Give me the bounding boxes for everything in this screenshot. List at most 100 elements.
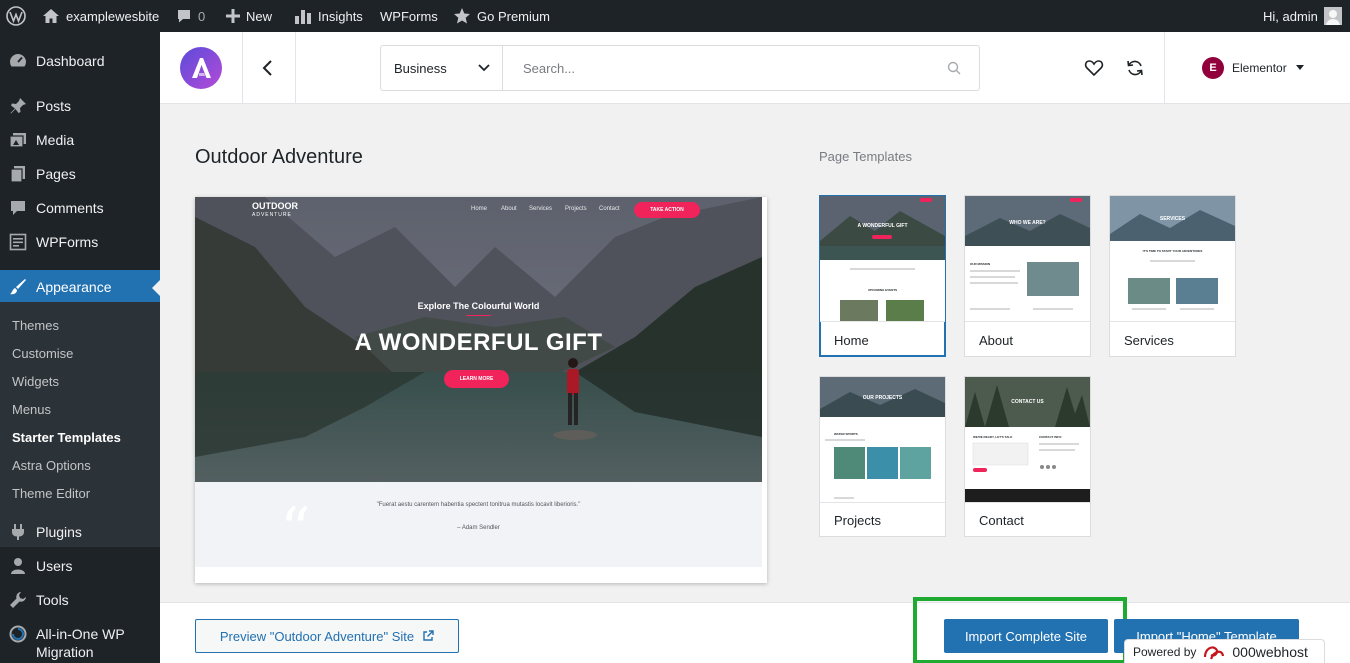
submenu-item-astra-options[interactable]: Astra Options — [12, 458, 91, 473]
preview-subheading: Explore The Colourful World — [417, 301, 540, 311]
site-preview[interactable]: OUTDOOR ADVENTURE Home About Services Pr… — [195, 197, 767, 583]
template-card-projects[interactable]: OUR PROJECTS WATER SPORTS Projects — [819, 376, 946, 537]
template-name: About — [979, 333, 1013, 348]
sidebar-item-users[interactable]: Users — [0, 549, 160, 583]
sidebar-label: Comments — [36, 200, 104, 216]
avatar — [1323, 7, 1342, 25]
template-card-home[interactable]: A WONDERFUL GIFT UPCOMING EVENTS Home — [819, 195, 946, 357]
new-label: New — [246, 8, 273, 24]
preview-hero-cta: LEARN MORE — [444, 370, 509, 388]
elementor-icon: E — [1202, 57, 1224, 79]
sidebar-label: Appearance — [36, 279, 112, 295]
sidebar-item-pages[interactable]: Pages — [0, 157, 160, 191]
new-content-link[interactable]: New — [226, 0, 272, 32]
thumb-subheading-secondary: CONTACT INFO — [1039, 435, 1062, 439]
submenu-item-menus[interactable]: Menus — [12, 402, 51, 417]
preview-logo-line2: ADVENTURE — [252, 212, 292, 218]
astra-logo-icon[interactable] — [180, 47, 222, 89]
preview-testimonial: “ "Fuerat aestu carentem habentia specte… — [195, 482, 762, 567]
sidebar-item-plugins[interactable]: Plugins — [0, 515, 160, 549]
caret-down-icon — [1295, 65, 1304, 70]
sidebar-item-tools[interactable]: Tools — [0, 583, 160, 617]
submenu-item-theme-editor[interactable]: Theme Editor — [12, 486, 90, 501]
sync-icon[interactable] — [1125, 58, 1145, 78]
page-builder-select[interactable]: E Elementor — [1202, 57, 1305, 79]
template-card-about[interactable]: WHO WE ARE? OUR MISSION About — [964, 195, 1091, 357]
preview-site-label: Preview "Outdoor Adventure" Site — [219, 628, 415, 644]
sidebar-item-posts[interactable]: Posts — [0, 89, 160, 123]
sidebar-label: Tools — [36, 592, 69, 608]
appearance-submenu: Themes Customise Widgets Menus Starter T… — [0, 302, 160, 547]
sidebar-item-dashboard[interactable]: Dashboard — [0, 44, 160, 78]
my-account-link[interactable]: Hi, admin — [1263, 0, 1342, 32]
preview-nav-contact: Contact — [599, 206, 620, 212]
comments-count: 0 — [198, 8, 206, 24]
preview-logo: OUTDOOR ADVENTURE — [252, 202, 298, 220]
migration-icon — [8, 624, 28, 644]
home-icon — [43, 9, 59, 23]
submenu-item-themes[interactable]: Themes — [12, 318, 59, 333]
preview-hero-image: OUTDOOR ADVENTURE Home About Services Pr… — [195, 197, 762, 482]
sidebar-item-wpforms[interactable]: WPForms — [0, 225, 160, 259]
sidebar-label: Pages — [36, 166, 76, 182]
site-name-link[interactable]: examplewesbite — [42, 0, 159, 32]
sidebar-item-comments[interactable]: Comments — [0, 191, 160, 225]
thumb-heading: A WONDERFUL GIFT — [857, 223, 908, 229]
thumb-heading: SERVICES — [1159, 216, 1186, 222]
sidebar-label: Media — [36, 132, 75, 148]
starter-templates-header: Business E Elementor — [160, 32, 1350, 104]
preview-logo-line1: OUTDOOR — [252, 201, 298, 211]
category-select[interactable]: Business — [381, 46, 503, 90]
preview-nav-projects: Projects — [565, 206, 587, 212]
template-thumbnail: OUR PROJECTS WATER SPORTS — [820, 377, 945, 503]
submenu-item-customise[interactable]: Customise — [12, 346, 73, 361]
form-icon — [8, 232, 28, 252]
plug-icon — [8, 522, 28, 542]
wrench-icon — [8, 590, 28, 610]
thumb-subheading: WATER SPORTS — [834, 432, 858, 436]
powered-by-label: Powered by — [1133, 645, 1197, 659]
greeting-label: Hi, admin — [1263, 8, 1318, 24]
admin-sidebar: Dashboard Posts Media Pages Comments WPF… — [0, 32, 160, 663]
sidebar-label: Plugins — [36, 524, 82, 540]
thumb-heading: CONTACT US — [1011, 399, 1044, 405]
search-input[interactable] — [504, 46, 944, 90]
thumb-subheading: WE'RE READY, LET'S TALK — [973, 435, 1013, 439]
pin-icon — [8, 96, 28, 116]
template-name: Home — [834, 333, 869, 348]
header-divider — [1164, 32, 1165, 104]
sidebar-item-appearance[interactable]: Appearance — [0, 270, 160, 304]
powered-by-badge[interactable]: Powered by 000webhost — [1124, 639, 1325, 663]
comment-icon — [8, 198, 28, 218]
import-complete-site-button[interactable]: Import Complete Site — [944, 619, 1108, 653]
search-box: Business — [380, 45, 980, 91]
wpforms-link[interactable]: WPForms — [380, 0, 438, 32]
site-name-label: examplewesbite — [66, 8, 160, 24]
submenu-item-widgets[interactable]: Widgets — [12, 374, 59, 389]
page-builder-value: Elementor — [1232, 61, 1287, 75]
brush-icon — [8, 277, 28, 297]
preview-site-button[interactable]: Preview "Outdoor Adventure" Site — [195, 619, 459, 653]
submenu-item-starter-templates[interactable]: Starter Templates — [12, 430, 121, 445]
comments-link[interactable]: 0 — [176, 0, 205, 32]
user-icon — [8, 556, 28, 576]
header-divider — [242, 32, 243, 104]
chevron-down-icon — [478, 64, 490, 72]
template-card-contact[interactable]: CONTACT US WE'RE READY, LET'S TALK CONTA… — [964, 376, 1091, 537]
sidebar-item-migration-label: All-in-One WP Migration — [36, 625, 125, 661]
preview-divider — [466, 315, 491, 316]
template-card-services[interactable]: SERVICES IT'S TIME TO START YOUR ADVENTU… — [1109, 195, 1236, 357]
sidebar-item-media[interactable]: Media — [0, 123, 160, 157]
category-select-value: Business — [394, 60, 447, 76]
back-button[interactable] — [258, 58, 278, 83]
heart-icon[interactable] — [1084, 58, 1104, 78]
thumb-subheading: OUR MISSION — [970, 262, 991, 266]
template-thumbnail: CONTACT US WE'RE READY, LET'S TALK CONTA… — [965, 377, 1090, 503]
search-icon[interactable] — [947, 61, 961, 75]
dashboard-icon — [8, 51, 28, 71]
wpforms-label: WPForms — [380, 8, 438, 24]
go-premium-link[interactable]: Go Premium — [453, 0, 550, 32]
sidebar-label: Posts — [36, 98, 72, 114]
insights-link[interactable]: Insights — [294, 0, 363, 32]
wordpress-logo-icon[interactable] — [6, 0, 26, 32]
